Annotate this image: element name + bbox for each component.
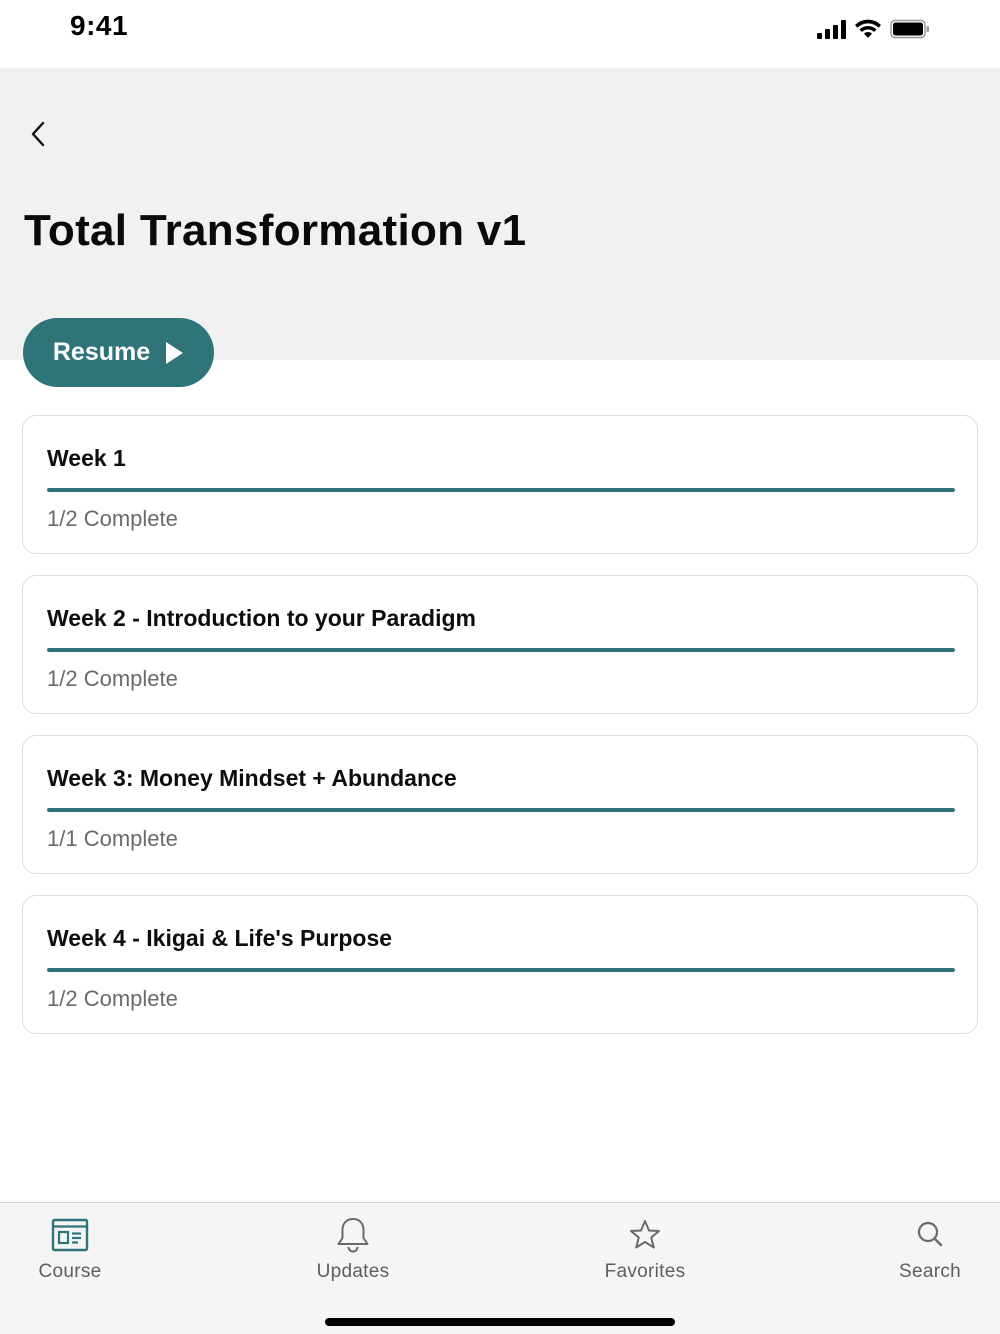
week-status: 1/1 Complete: [47, 826, 178, 851]
tab-favorites[interactable]: Favorites: [565, 1215, 725, 1283]
week-title: Week 3: Money Mindset + Abundance: [47, 765, 457, 791]
search-icon: [917, 1221, 943, 1247]
week-list: Week 1 1/2 Complete Week 2 - Introductio…: [22, 415, 978, 1055]
bell-icon: [337, 1218, 369, 1253]
week-card[interactable]: Week 3: Money Mindset + Abundance 1/1 Co…: [22, 735, 978, 874]
cellular-signal-icon: [817, 19, 846, 39]
course-header: Total Transformation v1: [0, 68, 1000, 360]
week-progress-bar: [47, 648, 955, 652]
week-progress-bar: [47, 488, 955, 492]
week-status: 1/2 Complete: [47, 666, 178, 691]
page-title: Total Transformation v1: [24, 206, 527, 255]
week-progress-fill: [47, 648, 955, 652]
week-title: Week 4 - Ikigai & Life's Purpose: [47, 925, 393, 951]
week-status: 1/2 Complete: [47, 986, 178, 1011]
tab-label: Favorites: [604, 1261, 686, 1282]
week-title: Week 2 - Introduction to your Paradigm: [47, 605, 476, 631]
week-progress-fill: [47, 488, 955, 492]
week-status: 1/2 Complete: [47, 506, 178, 531]
tab-bar: Course Updates Favorites Search: [0, 1202, 1000, 1334]
week-card[interactable]: Week 1 1/2 Complete: [22, 415, 978, 554]
home-indicator: [325, 1318, 675, 1326]
status-time: 9:41: [70, 10, 129, 41]
wifi-icon: [855, 19, 881, 38]
play-icon: [166, 341, 184, 364]
resume-button[interactable]: Resume: [23, 318, 214, 387]
battery-icon: [890, 19, 929, 39]
tab-label: Course: [38, 1261, 102, 1282]
week-progress-bar: [47, 968, 955, 972]
chevron-left-icon: [31, 121, 45, 147]
back-button[interactable]: [20, 116, 56, 152]
week-card[interactable]: Week 2 - Introduction to your Paradigm 1…: [22, 575, 978, 714]
week-progress-bar: [47, 808, 955, 812]
star-icon: [630, 1220, 660, 1249]
tab-updates[interactable]: Updates: [273, 1215, 433, 1283]
week-progress-fill: [47, 808, 955, 812]
resume-label: Resume: [52, 338, 151, 366]
week-progress-fill: [47, 968, 955, 972]
course-icon: [51, 1218, 89, 1252]
week-title: Week 1: [47, 445, 126, 471]
week-card[interactable]: Week 4 - Ikigai & Life's Purpose 1/2 Com…: [22, 895, 978, 1034]
screen: 9:41 Total Transformation v1 Resume Week…: [0, 0, 1000, 1334]
tab-search[interactable]: Search: [850, 1215, 1000, 1283]
tab-label: Search: [898, 1261, 961, 1282]
status-icons: [817, 18, 930, 40]
status-bar: 9:41: [0, 0, 1000, 68]
tab-course[interactable]: Course: [0, 1215, 150, 1283]
tab-label: Updates: [316, 1261, 390, 1282]
